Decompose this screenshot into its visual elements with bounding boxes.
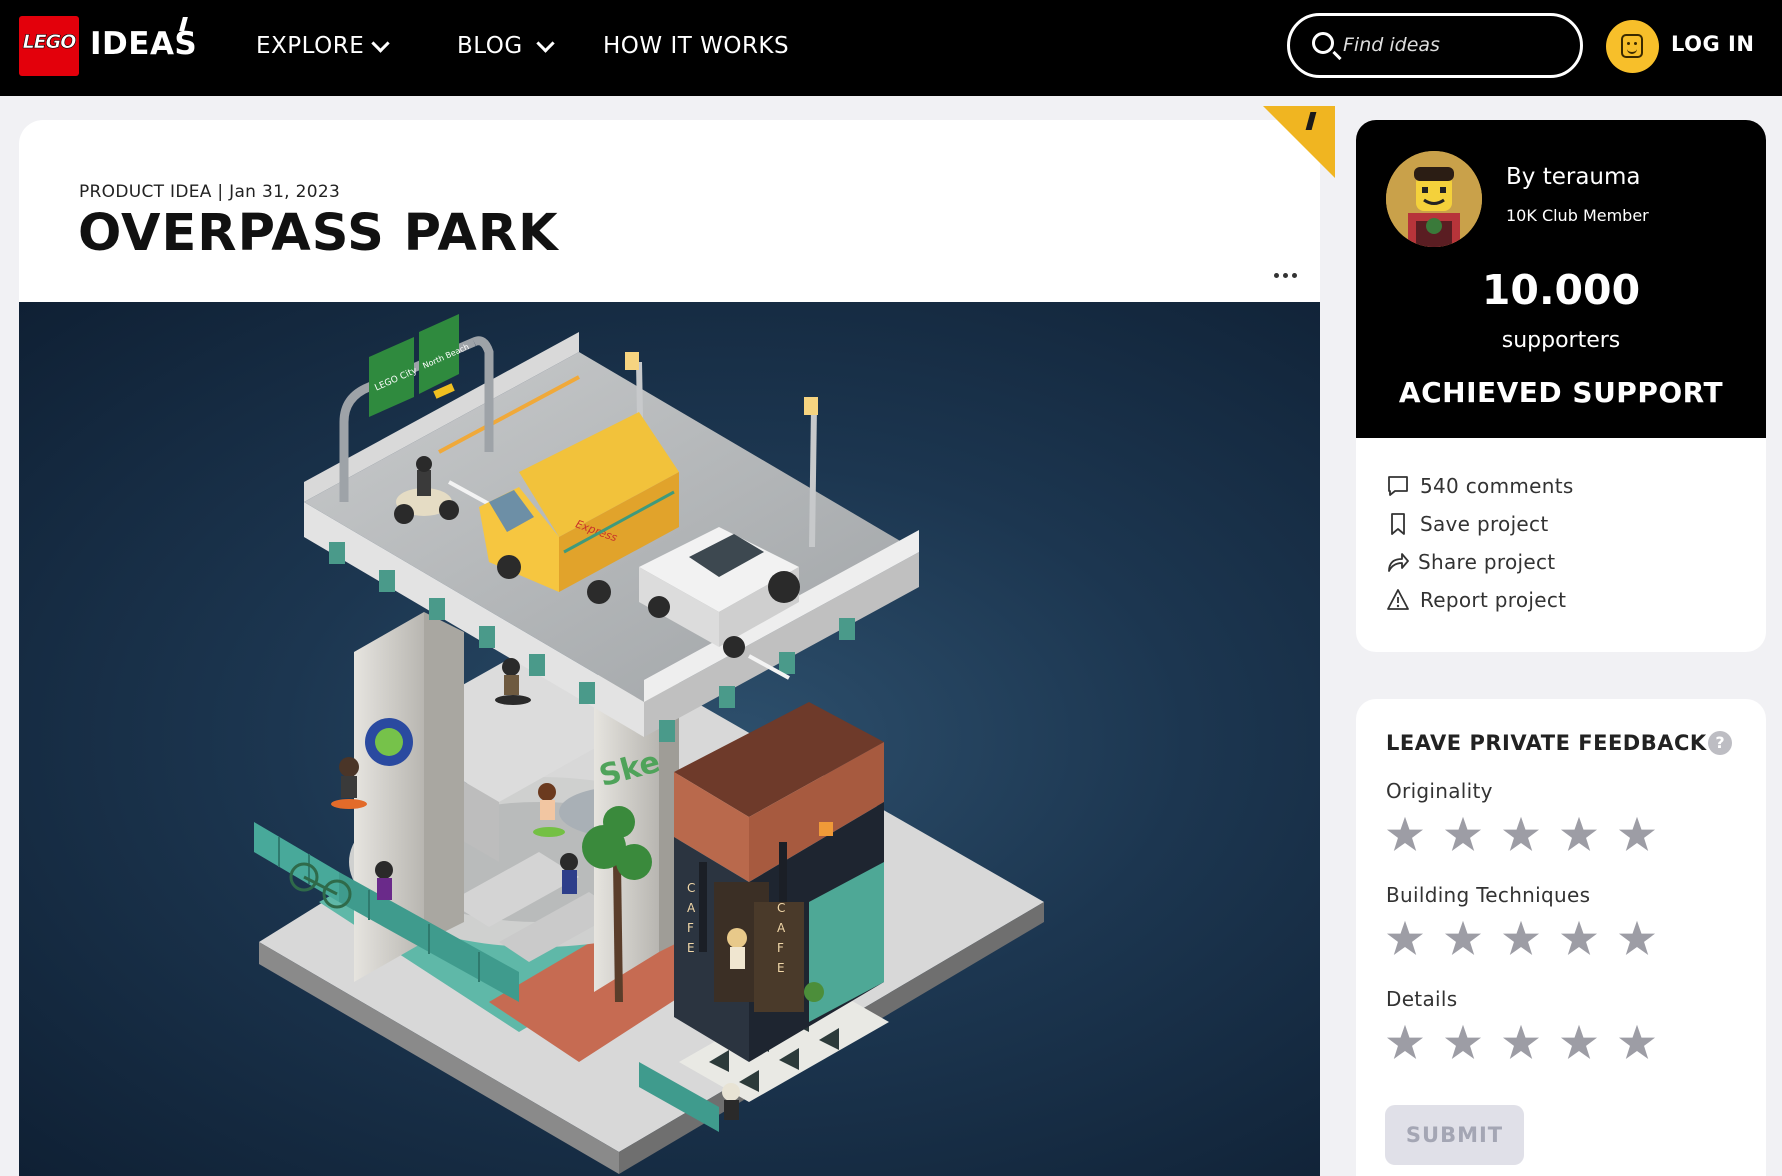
project-meta: PRODUCT IDEA | Jan 31, 2023 (79, 182, 341, 202)
star-icon[interactable] (1560, 920, 1598, 955)
star-icon[interactable] (1386, 816, 1424, 851)
svg-text:F: F (687, 921, 694, 935)
nav-explore[interactable]: EXPLORE (256, 33, 364, 59)
svg-text:A: A (777, 921, 786, 935)
search-icon[interactable] (1312, 32, 1334, 54)
star-icon[interactable] (1502, 1024, 1540, 1059)
building-techniques-rating (1386, 920, 1656, 960)
star-icon[interactable] (1386, 1024, 1424, 1059)
support-status: ACHIEVED SUPPORT (1398, 376, 1724, 409)
creator-name[interactable]: By terauma (1506, 164, 1641, 190)
star-icon[interactable] (1502, 920, 1540, 955)
overpass-park-render: Ske LEGO City North Beach Express C A F … (254, 314, 1044, 1174)
comments-link[interactable]: 540 comments (1386, 472, 1746, 502)
nav-how-it-works[interactable]: HOW IT WORKS (603, 33, 789, 59)
star-icon[interactable] (1618, 1024, 1656, 1059)
originality-label: Originality (1386, 779, 1493, 803)
share-icon (1388, 553, 1409, 572)
ideas-brand[interactable]: IDEAS (90, 26, 197, 62)
page-title: OVERPASS PARK (78, 204, 559, 263)
top-nav: LEGO IDEAS EXPLORE BLOG HOW IT WORKS LOG… (0, 0, 1782, 96)
star-icon[interactable] (1444, 920, 1482, 955)
support-panel: By terauma 10K Club Member 10.000 suppor… (1356, 120, 1766, 438)
originality-rating (1386, 816, 1656, 856)
svg-text:E: E (777, 961, 785, 975)
svg-text:C: C (777, 901, 785, 915)
share-project-button[interactable]: Share project (1386, 548, 1746, 578)
project-actions: 540 comments Save project Share project … (1356, 438, 1766, 652)
private-feedback-panel: LEAVE PRIVATE FEEDBACK ? Originality Bui… (1356, 699, 1766, 1176)
star-icon[interactable] (1444, 1024, 1482, 1059)
svg-text:E: E (687, 941, 695, 955)
creator-club-badge: 10K Club Member (1506, 206, 1649, 225)
svg-text:F: F (777, 941, 784, 955)
supporter-count: 10.000 (1481, 266, 1641, 314)
save-project-label: Save project (1420, 512, 1549, 536)
chevron-down-icon[interactable] (371, 34, 390, 53)
lego-logo[interactable]: LEGO (19, 16, 79, 76)
project-hero-image[interactable]: Ske LEGO City North Beach Express C A F … (19, 302, 1320, 1176)
chevron-down-icon[interactable] (536, 34, 555, 53)
svg-text:C: C (687, 881, 695, 895)
comment-icon (1388, 476, 1408, 496)
login-link[interactable]: LOG IN (1671, 32, 1754, 56)
star-icon[interactable] (1560, 816, 1598, 851)
project-card: PRODUCT IDEA | Jan 31, 2023 OVERPASS PAR… (19, 120, 1320, 1176)
nav-blog[interactable]: BLOG (457, 33, 523, 59)
minifig-avatar-icon (1386, 151, 1482, 247)
svg-text:A: A (687, 901, 696, 915)
supporters-label: supporters (1501, 328, 1621, 353)
search-input[interactable] (1343, 30, 1563, 60)
star-icon[interactable] (1618, 816, 1656, 851)
star-icon[interactable] (1444, 816, 1482, 851)
details-label: Details (1386, 987, 1458, 1011)
comments-label: 540 comments (1420, 474, 1574, 498)
star-icon[interactable] (1560, 1024, 1598, 1059)
star-icon[interactable] (1386, 920, 1424, 955)
lego-logo-text: LEGO (22, 31, 76, 54)
building-techniques-label: Building Techniques (1386, 883, 1591, 907)
report-project-button[interactable]: Report project (1386, 586, 1746, 616)
star-icon[interactable] (1502, 816, 1540, 851)
share-project-label: Share project (1418, 550, 1556, 574)
user-avatar-icon[interactable] (1606, 20, 1659, 73)
submit-button[interactable]: SUBMIT (1385, 1105, 1524, 1165)
star-icon[interactable] (1618, 920, 1656, 955)
minifig-face-icon (1621, 34, 1643, 58)
warning-icon (1387, 589, 1409, 610)
bookmark-icon (1391, 513, 1405, 535)
help-icon[interactable]: ? (1708, 731, 1732, 755)
feedback-title: LEAVE PRIVATE FEEDBACK (1386, 731, 1707, 755)
creator-avatar[interactable] (1386, 151, 1482, 247)
save-project-button[interactable]: Save project (1386, 510, 1746, 540)
more-options-icon[interactable] (1274, 273, 1300, 281)
report-project-label: Report project (1420, 588, 1567, 612)
search-box[interactable] (1287, 13, 1583, 78)
details-rating (1386, 1024, 1656, 1064)
